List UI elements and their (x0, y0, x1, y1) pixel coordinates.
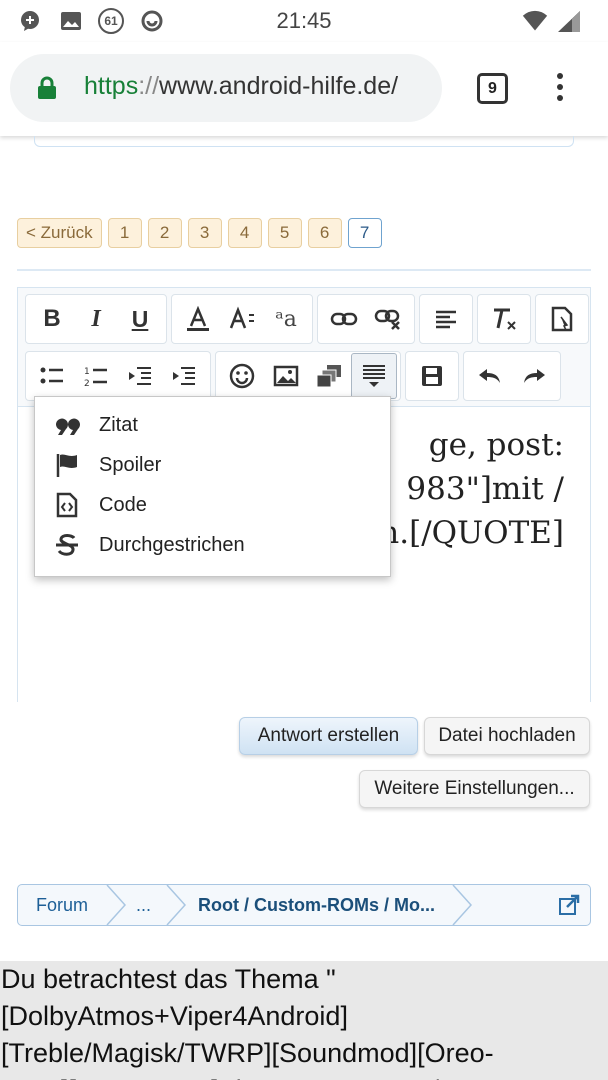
page-link-3[interactable]: 3 (187, 218, 222, 248)
thread-info-text: Du betrachtest das Thema " [DolbyAtmos+V… (0, 961, 608, 1080)
insert-icon[interactable] (540, 297, 584, 341)
outdent-icon[interactable] (118, 354, 162, 398)
menu-item-durchgestrichen[interactable]: Durchgestrichen (35, 525, 390, 565)
breadcrumb-forum[interactable]: Forum (36, 885, 88, 925)
url-separator: :// (138, 72, 160, 100)
menu-item-spoiler[interactable]: Spoiler (35, 445, 390, 485)
code-file-icon (35, 492, 99, 518)
list-group: 12 (25, 351, 211, 401)
page-link-6[interactable]: 6 (307, 218, 342, 248)
content-box-edge (34, 136, 574, 147)
media-group (215, 351, 401, 401)
svg-text:2: 2 (84, 379, 90, 388)
bold-icon[interactable]: B (30, 297, 74, 341)
breadcrumb-ellipsis[interactable]: ... (136, 885, 151, 925)
divider (17, 269, 591, 271)
flag-icon (35, 452, 99, 478)
menu-item-zitat[interactable]: Zitat (35, 405, 390, 445)
bbcode-dropdown-menu: Zitat Spoiler Code Durchgestrichen (34, 396, 391, 577)
breadcrumb: Forum ... Root / Custom-ROMs / Mo... (17, 884, 591, 926)
menu-item-code[interactable]: Code (35, 485, 390, 525)
lock-icon (36, 76, 58, 105)
format-group: B I U (25, 294, 167, 344)
image-icon[interactable] (264, 354, 308, 398)
breadcrumb-separator-icon (166, 885, 186, 925)
bullet-list-icon[interactable] (30, 354, 74, 398)
breadcrumb-separator-icon (452, 885, 472, 925)
unlink-icon[interactable] (366, 297, 410, 341)
clear-group (477, 294, 531, 344)
wifi-icon (522, 8, 548, 34)
media-icon[interactable] (308, 354, 352, 398)
link-icon[interactable] (322, 297, 366, 341)
strikethrough-icon (35, 532, 99, 558)
quote-icon (35, 415, 99, 435)
insert-group (535, 294, 589, 344)
page-link-5[interactable]: 5 (267, 218, 302, 248)
browser-toolbar: https://www.android-hilfe.de/ 9 (0, 42, 608, 136)
save-draft-icon[interactable] (410, 354, 454, 398)
breadcrumb-category[interactable]: Root / Custom-ROMs / Mo... (198, 885, 438, 925)
more-options-button[interactable]: Weitere Einstellungen... (359, 770, 590, 808)
info-line: 8.1.0][15.08.2018]" im Forum "Root / C (1, 1072, 608, 1080)
external-link-icon[interactable] (558, 894, 580, 921)
font-size-icon[interactable] (220, 297, 264, 341)
page-link-2[interactable]: 2 (147, 218, 182, 248)
info-line: Du betrachtest das Thema " (1, 964, 336, 994)
editor-toolbar-row-2: 12 (25, 351, 561, 401)
underline-icon[interactable]: U (118, 297, 162, 341)
indent-icon[interactable] (162, 354, 206, 398)
tab-switcher-button[interactable]: 9 (477, 73, 508, 104)
info-line: [DolbyAtmos+Viper4Android] (1, 1001, 348, 1031)
info-line: [Treble/Magisk/TWRP][Soundmod][Oreo- (1, 1038, 494, 1068)
link-group (317, 294, 415, 344)
svg-text:1: 1 (84, 367, 90, 377)
url-host: www.android-hilfe.de/ (159, 72, 399, 100)
menu-item-label: Spoiler (99, 453, 162, 476)
menu-item-label: Code (99, 493, 147, 516)
page-link-4[interactable]: 4 (227, 218, 262, 248)
italic-icon[interactable]: I (74, 297, 118, 341)
menu-icon[interactable] (548, 70, 572, 110)
font-group: ᵃa (171, 294, 313, 344)
url-text[interactable]: https://www.android-hilfe.de/ (84, 72, 434, 101)
history-group (463, 351, 561, 401)
redo-icon[interactable] (512, 354, 556, 398)
editor-toolbar-row-1: B I U ᵃa (25, 294, 589, 344)
bbcode-icon[interactable] (351, 353, 397, 399)
align-icon[interactable] (424, 297, 468, 341)
status-bar: 61 21:45 (0, 0, 608, 42)
clear-format-icon[interactable] (482, 297, 526, 341)
breadcrumb-separator-icon (106, 885, 126, 925)
upload-file-button[interactable]: Datei hochladen (424, 717, 590, 755)
menu-item-label: Zitat (99, 413, 138, 436)
page-link-1[interactable]: 1 (107, 218, 142, 248)
reply-button[interactable]: Antwort erstellen (239, 717, 418, 755)
signal-icon (556, 8, 582, 34)
text-color-icon[interactable] (176, 297, 220, 341)
save-group (405, 351, 459, 401)
smiley-icon[interactable] (220, 354, 264, 398)
menu-item-label: Durchgestrichen (99, 533, 245, 556)
url-scheme: https (84, 72, 139, 100)
clock: 21:45 (276, 8, 332, 33)
page-link-7-current[interactable]: 7 (347, 218, 382, 248)
pagination: < Zurück 1 2 3 4 5 6 7 (17, 218, 382, 248)
undo-icon[interactable] (468, 354, 512, 398)
address-bar[interactable]: https://www.android-hilfe.de/ (10, 54, 442, 122)
align-group (419, 294, 473, 344)
prev-page-button[interactable]: < Zurück (17, 218, 102, 248)
font-family-icon[interactable]: ᵃa (264, 297, 308, 341)
numbered-list-icon[interactable]: 12 (74, 354, 118, 398)
